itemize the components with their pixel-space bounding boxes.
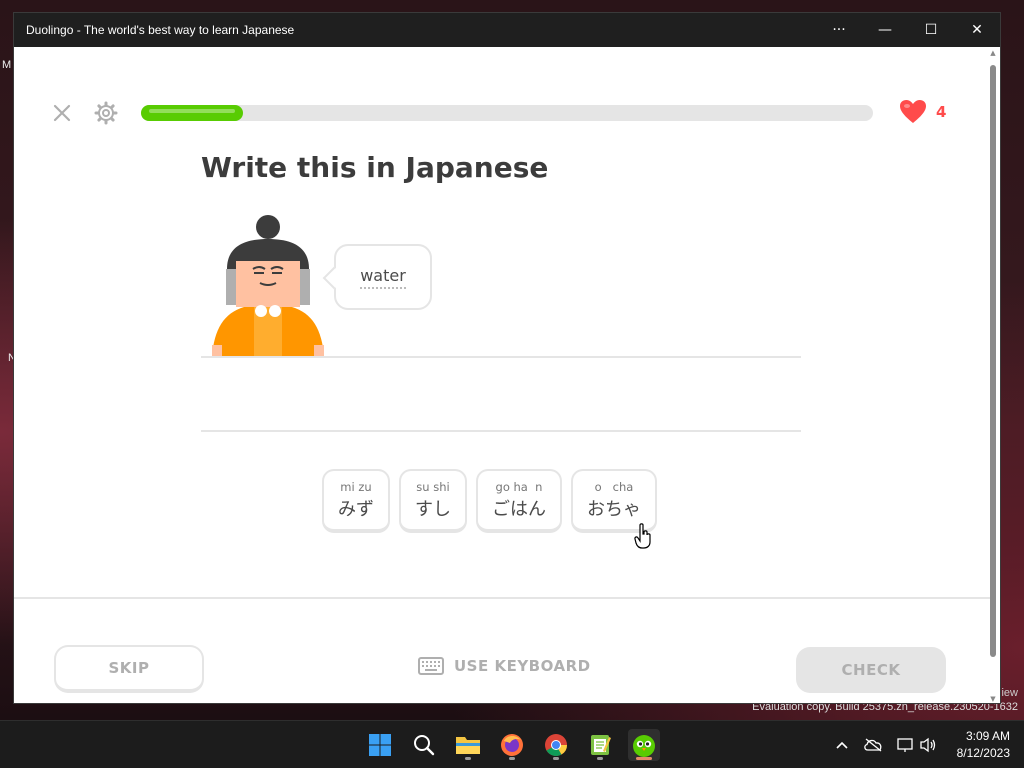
clock-date: 8/12/2023 — [956, 746, 1010, 760]
window-controls: ··· — ☐ ✕ — [816, 13, 1000, 47]
footer-divider — [14, 597, 990, 599]
start-icon[interactable] — [364, 729, 396, 761]
tile-kana: ごはん — [492, 498, 546, 520]
hand-cursor-icon — [634, 523, 651, 549]
hearts-count: 4 — [936, 103, 947, 121]
word-bank: mi zu みず su shi すし go ha n ごはん o cha おちゃ — [322, 469, 657, 533]
system-clock[interactable]: 3:09 AM 8/12/2023 — [957, 728, 1010, 762]
speech-bubble: water — [334, 244, 432, 310]
lesson-content: ▲ ▼ 4 Write this in Japanese water mi zu… — [14, 47, 1000, 703]
check-button[interactable]: CHECK — [796, 647, 946, 693]
volume-icon[interactable] — [918, 735, 938, 755]
use-keyboard-button[interactable]: USE KEYBOARD — [418, 657, 591, 675]
tile-romaji: su shi — [416, 479, 450, 494]
tile-romaji: o cha — [594, 479, 634, 494]
clock-time: 3:09 AM — [965, 729, 1010, 743]
taskbar: 3:09 AM 8/12/2023 — [0, 720, 1024, 768]
file-explorer-icon[interactable] — [452, 729, 484, 761]
word-tile-mizu[interactable]: mi zu みず — [322, 469, 390, 533]
answer-area-divider — [201, 430, 801, 432]
prompt-title: Write this in Japanese — [201, 151, 549, 184]
tile-romaji: go ha n — [495, 479, 543, 494]
keyboard-icon — [418, 657, 444, 675]
minimize-button[interactable]: — — [862, 13, 908, 47]
chevron-up-icon[interactable] — [832, 735, 852, 755]
watermark-fragment: iew — [1001, 687, 1018, 699]
close-icon[interactable] — [52, 103, 72, 123]
tile-kana: すし — [415, 498, 451, 520]
character-illustration — [212, 215, 324, 357]
word-tile-gohan[interactable]: go ha n ごはん — [476, 469, 562, 533]
scroll-thumb[interactable] — [990, 65, 996, 657]
close-window-button[interactable]: ✕ — [954, 13, 1000, 47]
app-running-indicator — [597, 757, 603, 760]
more-options-button[interactable]: ··· — [816, 13, 862, 47]
scroll-down-arrow-icon[interactable]: ▼ — [989, 695, 997, 703]
prompt-word[interactable]: water — [360, 266, 406, 289]
heart-icon — [900, 100, 926, 123]
scrollbar[interactable]: ▲ ▼ — [988, 49, 998, 703]
tile-romaji: mi zu — [340, 479, 372, 494]
duolingo-icon[interactable] — [628, 729, 660, 761]
answer-area-divider — [201, 356, 801, 358]
tile-kana: みず — [338, 498, 374, 520]
app-running-indicator — [553, 757, 559, 760]
onedrive-offline-icon[interactable] — [863, 735, 883, 755]
search-icon[interactable] — [408, 729, 440, 761]
tile-kana: おちゃ — [587, 498, 641, 520]
lesson-progress-bar — [141, 105, 873, 121]
use-keyboard-label: USE KEYBOARD — [454, 657, 591, 675]
desktop-text-fragment: M — [2, 59, 12, 71]
firefox-icon[interactable] — [496, 729, 528, 761]
maximize-button[interactable]: ☐ — [908, 13, 954, 47]
window-title: Duolingo - The world's best way to learn… — [26, 23, 295, 37]
gear-icon[interactable] — [94, 101, 118, 125]
skip-button[interactable]: SKIP — [54, 645, 204, 693]
app-running-indicator — [465, 757, 471, 760]
progress-fill — [141, 105, 244, 121]
scroll-up-arrow-icon[interactable]: ▲ — [989, 49, 997, 57]
chrome-icon[interactable] — [540, 729, 572, 761]
app-window: Duolingo - The world's best way to learn… — [13, 12, 1001, 704]
app-active-indicator — [636, 757, 652, 760]
notepad-icon[interactable] — [584, 729, 616, 761]
app-running-indicator — [509, 757, 515, 760]
title-bar[interactable]: Duolingo - The world's best way to learn… — [14, 13, 1000, 47]
word-tile-sushi[interactable]: su shi すし — [399, 469, 467, 533]
network-icon[interactable] — [895, 735, 915, 755]
